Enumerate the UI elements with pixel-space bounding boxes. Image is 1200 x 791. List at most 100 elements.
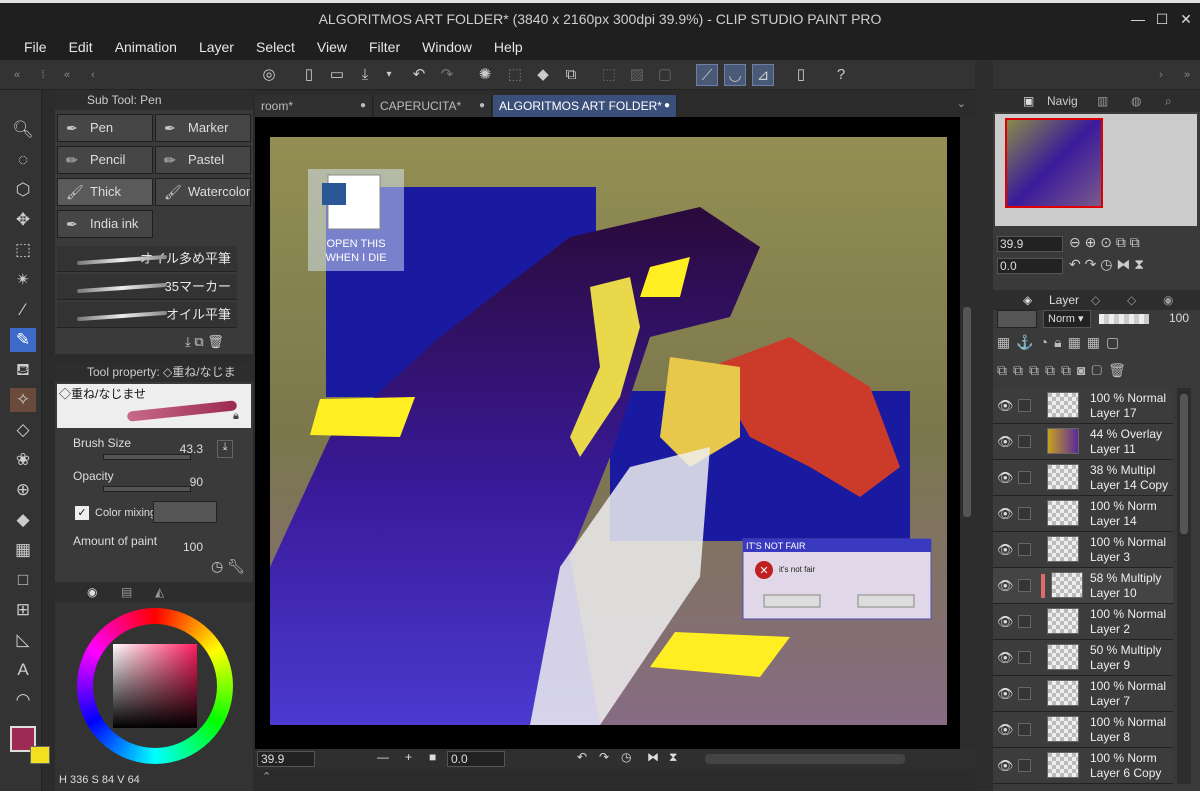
chevron-right-icon[interactable]: › bbox=[1150, 64, 1172, 86]
chevron-down-icon[interactable]: ▾ bbox=[378, 64, 400, 86]
tab-algoritmos[interactable]: ALGORITMOS ART FOLDER* ● bbox=[493, 95, 677, 117]
menu-view[interactable]: View bbox=[317, 36, 347, 58]
snap-special-ruler-icon[interactable]: ◡ bbox=[724, 64, 746, 86]
layer-scrollbar-thumb[interactable] bbox=[1180, 394, 1188, 534]
settings-icon[interactable]: ◷ 🔧︎ bbox=[211, 558, 245, 575]
layer-tab-label[interactable]: Layer bbox=[1049, 293, 1079, 307]
zoom-field[interactable]: 39.9 bbox=[257, 751, 315, 767]
layer-property-tab-icon[interactable]: ◇ bbox=[1091, 293, 1100, 307]
deselect-icon[interactable]: ⬚ bbox=[598, 64, 620, 86]
subtool-india-ink-button[interactable]: ✒ India ink bbox=[57, 210, 153, 238]
redo-icon[interactable]: ↷ bbox=[436, 64, 458, 86]
layer-row[interactable]: 👁︎ 100 % Normal Layer 2 bbox=[993, 604, 1173, 640]
size-dropdown-icon[interactable]: ⤓ bbox=[217, 440, 233, 458]
info-tab-icon[interactable]: ◍ bbox=[1131, 94, 1141, 108]
menu-filter[interactable]: Filter bbox=[369, 36, 400, 58]
menu-edit[interactable]: Edit bbox=[69, 36, 93, 58]
layer-row[interactable]: 👁︎ 100 % Normal Layer 7 bbox=[993, 676, 1173, 712]
layer-checkbox[interactable] bbox=[1018, 399, 1031, 412]
layer-row[interactable]: 👁︎ 100 % Norm Layer 14 bbox=[993, 496, 1173, 532]
layer-checkbox[interactable] bbox=[1018, 687, 1031, 700]
eraser-icon[interactable]: ◇ bbox=[10, 418, 36, 442]
pen-tool-icon[interactable]: ✎ bbox=[10, 328, 36, 352]
animation-tab-icon[interactable]: ◉ bbox=[1163, 293, 1173, 307]
decoration-icon[interactable]: ✧ bbox=[10, 388, 36, 412]
layer-checkbox[interactable] bbox=[1018, 651, 1031, 664]
layer-checkbox[interactable] bbox=[1018, 543, 1031, 556]
navigator-tab-label[interactable]: Navig bbox=[1047, 94, 1078, 108]
navigator-preview-area[interactable] bbox=[995, 114, 1197, 226]
canvas-vertical-scrollbar[interactable] bbox=[960, 117, 974, 749]
rotate-left-icon[interactable]: ↶ bbox=[577, 750, 587, 764]
hue-ring[interactable] bbox=[77, 608, 233, 764]
transform-icon[interactable]: ⧉ bbox=[560, 64, 582, 86]
eye-icon[interactable]: 👁︎ bbox=[997, 686, 1014, 702]
spray-icon[interactable]: ⛾ bbox=[10, 358, 36, 382]
collapse-left-icon-2[interactable]: « bbox=[56, 64, 78, 86]
layer-row-selected[interactable]: 👁︎ 58 % Multiply Layer 10 bbox=[993, 568, 1173, 604]
layer-row[interactable]: 👁︎ 38 % Multipl Layer 14 Copy bbox=[993, 460, 1173, 496]
menu-window[interactable]: Window bbox=[422, 36, 472, 58]
zoom-out-icon[interactable]: — bbox=[377, 750, 389, 764]
scrollbar-thumb[interactable] bbox=[963, 307, 971, 517]
lock-icon[interactable]: 🔒︎ bbox=[233, 410, 239, 423]
clip-studio-icon[interactable]: ◎ bbox=[258, 64, 280, 86]
eyedropper-icon[interactable]: ⁄ bbox=[10, 298, 36, 322]
layer-row[interactable]: 👁︎ 100 % Normal Layer 8 bbox=[993, 712, 1173, 748]
color-wheel-tab-icon[interactable]: ◉ bbox=[87, 585, 97, 599]
eye-icon[interactable]: 👁︎ bbox=[997, 614, 1014, 630]
saturation-value-square[interactable] bbox=[113, 644, 197, 728]
layer-scrollbar[interactable] bbox=[1177, 388, 1191, 784]
subtool-pastel-button[interactable]: ✏ Pastel bbox=[155, 146, 251, 174]
new-file-icon[interactable]: ▯ bbox=[298, 64, 320, 86]
fill-icon[interactable]: ◆ bbox=[532, 64, 554, 86]
subtool-thick-paint-button[interactable]: 🖌︎Thick paint bbox=[57, 178, 153, 225]
flip-horizontal-icon[interactable]: ⧓ bbox=[647, 750, 659, 764]
layer-tool-row-1[interactable]: ▦⚓◔🔒︎▦▦▢ bbox=[997, 334, 1125, 351]
lasso-move-icon[interactable]: ◌ bbox=[10, 148, 36, 172]
layer-checkbox[interactable] bbox=[1018, 615, 1031, 628]
maximize-button[interactable]: ☐ bbox=[1152, 11, 1172, 28]
chevron-left-icon[interactable]: ‹ bbox=[82, 64, 104, 86]
eye-icon[interactable]: 👁︎ bbox=[997, 578, 1014, 594]
trash-icon[interactable]: 🗑︎ bbox=[207, 334, 224, 349]
subview-tab-icon[interactable]: ▥ bbox=[1097, 94, 1108, 108]
color-slider-tab-icon[interactable]: ◭ bbox=[155, 585, 164, 599]
rotate-right-icon[interactable]: ↷ bbox=[599, 750, 609, 764]
eye-icon[interactable]: 👁︎ bbox=[997, 434, 1014, 450]
smartphone-icon[interactable]: ▯ bbox=[790, 64, 812, 86]
menu-animation[interactable]: Animation bbox=[115, 36, 177, 58]
subtool-pen-button[interactable]: ✒ Pen bbox=[57, 114, 153, 142]
layer-row[interactable]: 👁︎ 44 % Overlay Layer 11 bbox=[993, 424, 1173, 460]
navigator-rotate-controls[interactable]: ↶ ↷ ◷ ⧓ ⧗ bbox=[1069, 256, 1144, 273]
angle-field[interactable]: 0.0 bbox=[447, 751, 505, 767]
brush-preset-item[interactable]: オイル多め平筆 bbox=[57, 246, 237, 272]
fit-icon[interactable]: ■ bbox=[429, 750, 436, 764]
invert-selection-icon[interactable]: ▨ bbox=[626, 64, 648, 86]
eye-icon[interactable]: 👁︎ bbox=[997, 722, 1014, 738]
layer-row[interactable]: 👁︎ 100 % Norm Layer 6 Copy bbox=[993, 748, 1173, 784]
layer-checkbox[interactable] bbox=[1018, 507, 1031, 520]
save-icon[interactable]: ⤓ bbox=[354, 64, 376, 86]
flip-vertical-icon[interactable]: ⧗ bbox=[669, 750, 677, 765]
menu-select[interactable]: Select bbox=[256, 36, 295, 58]
eye-icon[interactable]: 👁︎ bbox=[997, 470, 1014, 486]
layer-row[interactable]: 👁︎ 100 % Normal Layer 3 bbox=[993, 532, 1173, 568]
tab-list-chevron-icon[interactable]: ⌄ bbox=[957, 97, 966, 110]
opacity-value[interactable]: 90 bbox=[165, 475, 203, 489]
layer-row[interactable]: 👁︎ 50 % Multiply Layer 9 bbox=[993, 640, 1173, 676]
navigator-tab-icon[interactable]: ▣ bbox=[1023, 94, 1034, 108]
figure-icon[interactable]: ⊕ bbox=[10, 478, 36, 502]
zoom-in-icon[interactable]: + bbox=[405, 750, 412, 764]
tab-room[interactable]: room* ● bbox=[255, 95, 373, 117]
opacity-bar[interactable] bbox=[1099, 314, 1149, 324]
frame-border-icon[interactable]: ⊞ bbox=[10, 598, 36, 622]
color-mixing-checkbox[interactable]: ✓ bbox=[75, 506, 89, 520]
menu-layer[interactable]: Layer bbox=[199, 36, 234, 58]
navigator-zoom-controls[interactable]: ⊖ ⊕ ⊙ ⧉ ⧉ bbox=[1069, 234, 1140, 251]
subtool-marker-button[interactable]: ✒ Marker bbox=[155, 114, 251, 142]
eye-icon[interactable]: 👁︎ bbox=[997, 758, 1014, 774]
object-icon[interactable]: ⬡ bbox=[10, 178, 36, 202]
show-selection-icon[interactable]: ▢ bbox=[654, 64, 676, 86]
snap-grid-icon[interactable]: ⊿ bbox=[752, 64, 774, 86]
